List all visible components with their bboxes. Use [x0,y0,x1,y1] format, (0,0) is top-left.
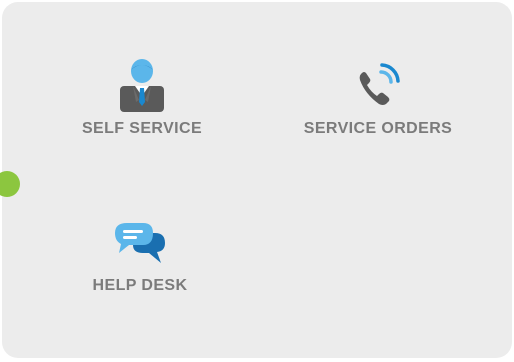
user-in-suit-icon [112,52,172,112]
self-service-tile[interactable]: SELF SERVICE [66,52,218,138]
service-orders-tile[interactable]: SERVICE ORDERS [284,52,472,138]
services-panel: SELF SERVICE SERVICE ORDERS HELP DESK [0,2,512,358]
phone-call-icon [348,52,408,112]
self-service-label: SELF SERVICE [81,120,203,137]
help-desk-tile[interactable]: HELP DESK [78,209,202,295]
service-orders-label: SERVICE ORDERS [303,120,453,137]
help-desk-label: HELP DESK [92,277,188,294]
green-indicator-dot [0,171,20,197]
chat-bubbles-icon [110,209,170,269]
